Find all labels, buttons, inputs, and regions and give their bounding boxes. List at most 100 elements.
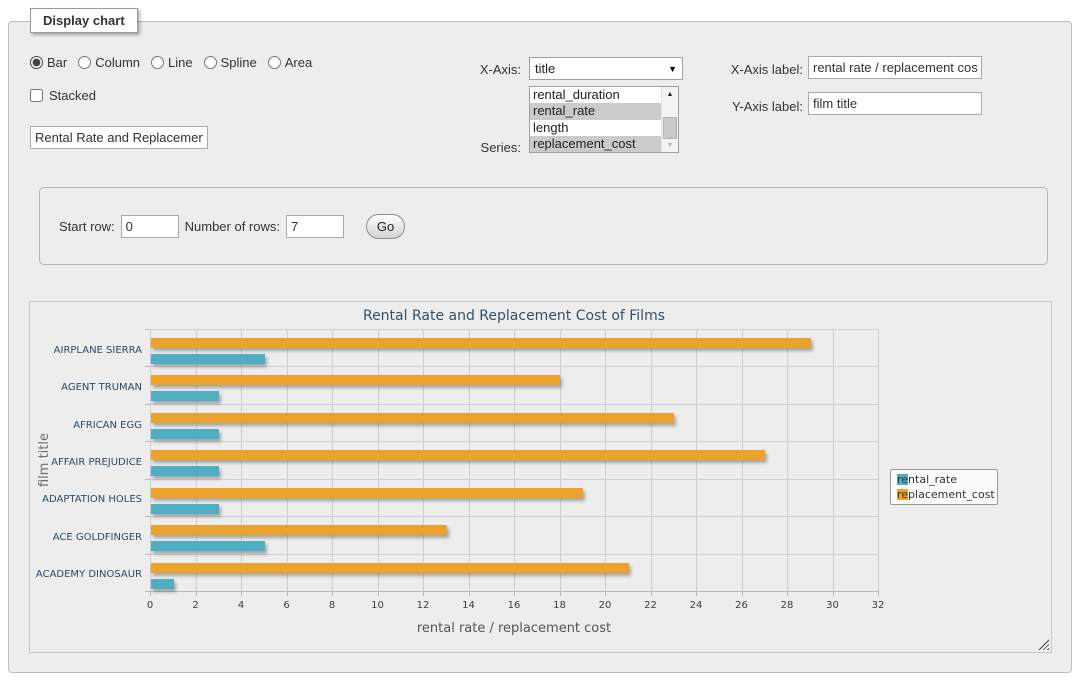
chart-type-radio-area[interactable] [268,56,281,69]
chevron-down-icon: ▼ [668,64,677,74]
chart-type-radio-bar[interactable] [30,56,43,69]
series-options: rental_durationrental_ratelengthreplacem… [530,87,661,152]
x-tick-label: 12 [403,600,443,611]
rows-panel: Start row: Number of rows: Go [39,187,1048,265]
x-tick-label: 6 [267,600,307,611]
bar-replacement_cost[interactable] [151,450,765,460]
series-select-label: Series: [441,140,521,155]
y-axis-label-text: Y-Axis label: [711,99,803,114]
y-axis-tick [145,591,150,592]
chart-type-option-area[interactable]: Area [268,55,312,70]
legend-item-rental_rate[interactable]: rental_rate [897,474,991,485]
stacked-label: Stacked [49,88,96,103]
bar-rental_rate[interactable] [151,429,219,439]
x-tick-label: 28 [767,600,807,611]
chart-type-radio-column[interactable] [78,56,91,69]
bar-replacement_cost[interactable] [151,338,811,348]
chart-type-option-bar[interactable]: Bar [30,55,67,70]
category-label: ACE GOLDFINGER [30,532,142,544]
stacked-checkbox-row[interactable]: Stacked [30,88,96,103]
series-option[interactable]: rental_rate [530,103,661,119]
x-tick-label: 22 [631,600,671,611]
x-tick-label: 18 [540,600,580,611]
bar-replacement_cost[interactable] [151,375,560,385]
bar-rental_rate[interactable] [151,354,265,364]
chart-container: Rental Rate and Replacement Cost of Film… [29,301,1052,653]
gridline-horizontal [150,404,878,405]
chart-title: Rental Rate and Replacement Cost of Film… [150,308,878,324]
category-label: AGENT TRUMAN [30,382,142,394]
x-tick-label: 4 [221,600,261,611]
chart-legend: rental_rate replacement_cost [890,469,998,505]
radio-label: Spline [221,55,257,70]
x-tick-label: 14 [449,600,489,611]
radio-label: Bar [47,55,67,70]
gridline-horizontal [150,591,878,592]
x-tick-label: 10 [358,600,398,611]
bar-rental_rate[interactable] [151,391,219,401]
bar-replacement_cost[interactable] [151,563,629,573]
x-axis-title: rental rate / replacement cost [150,621,878,636]
gridline-horizontal [150,479,878,480]
chart-type-option-spline[interactable]: Spline [204,55,257,70]
gridline-horizontal [150,329,878,330]
gridline-vertical [787,329,788,591]
x-axis-label-input[interactable] [808,56,982,79]
x-tick-label: 24 [676,600,716,611]
series-option[interactable]: rental_duration [530,87,661,103]
bar-rental_rate[interactable] [151,466,219,476]
bar-replacement_cost[interactable] [151,413,674,423]
y-axis-label-input[interactable] [808,92,982,115]
display-chart-fieldset: Display chart BarColumnLineSplineArea St… [8,21,1072,673]
legend-label: replacement_cost [897,488,995,501]
radio-label: Line [168,55,193,70]
x-tick-label: 26 [722,600,762,611]
bar-rental_rate[interactable] [151,541,265,551]
x-axis-label-text: X-Axis label: [711,62,803,77]
listbox-scrollbar[interactable]: ▲ ▼ [661,87,678,152]
x-tick-label: 32 [858,600,898,611]
radio-label: Area [285,55,312,70]
stacked-checkbox[interactable] [30,89,43,102]
resize-grip-icon[interactable] [1038,639,1049,650]
chart-type-option-line[interactable]: Line [151,55,193,70]
x-tick-label: 8 [312,600,352,611]
chart-type-radio-spline[interactable] [204,56,217,69]
x-axis-tick [878,591,879,596]
legend-label: rental_rate [897,473,957,486]
rows-count-input[interactable] [286,215,344,238]
chart-type-radio-line[interactable] [151,56,164,69]
x-axis-select-label: X-Axis: [429,62,521,77]
chart-type-radio-group: Bar Column Line Spline Area [30,55,312,70]
x-tick-label: 20 [585,600,625,611]
x-tick-label: 2 [176,600,216,611]
x-tick-label: 0 [130,600,170,611]
series-listbox[interactable]: rental_durationrental_ratelengthreplacem… [529,86,679,153]
scrollbar-thumb[interactable] [663,117,677,139]
gridline-horizontal [150,441,878,442]
start-row-input[interactable] [121,215,179,238]
series-option[interactable]: replacement_cost [530,136,661,152]
bar-rental_rate[interactable] [151,579,174,589]
gridline-vertical [833,329,834,591]
chart-title-input[interactable] [30,126,208,149]
chart-type-option-column[interactable]: Column [78,55,140,70]
y-axis-title: film title [37,400,53,520]
scroll-down-icon[interactable]: ▼ [662,138,678,152]
legend-item-replacement_cost[interactable]: replacement_cost [897,489,991,500]
x-axis-select-value: title [535,61,555,76]
gridline-horizontal [150,516,878,517]
x-tick-label: 30 [813,600,853,611]
radio-label: Column [95,55,140,70]
go-button[interactable]: Go [366,214,405,239]
x-tick-label: 16 [494,600,534,611]
category-label: ACADEMY DINOSAUR [30,569,142,581]
gridline-horizontal [150,554,878,555]
gridline-vertical [878,329,879,591]
bar-replacement_cost[interactable] [151,525,447,535]
scroll-up-icon[interactable]: ▲ [662,87,678,101]
x-axis-select[interactable]: title ▼ [529,57,683,80]
bar-rental_rate[interactable] [151,504,219,514]
series-option[interactable]: length [530,120,661,136]
bar-replacement_cost[interactable] [151,488,583,498]
